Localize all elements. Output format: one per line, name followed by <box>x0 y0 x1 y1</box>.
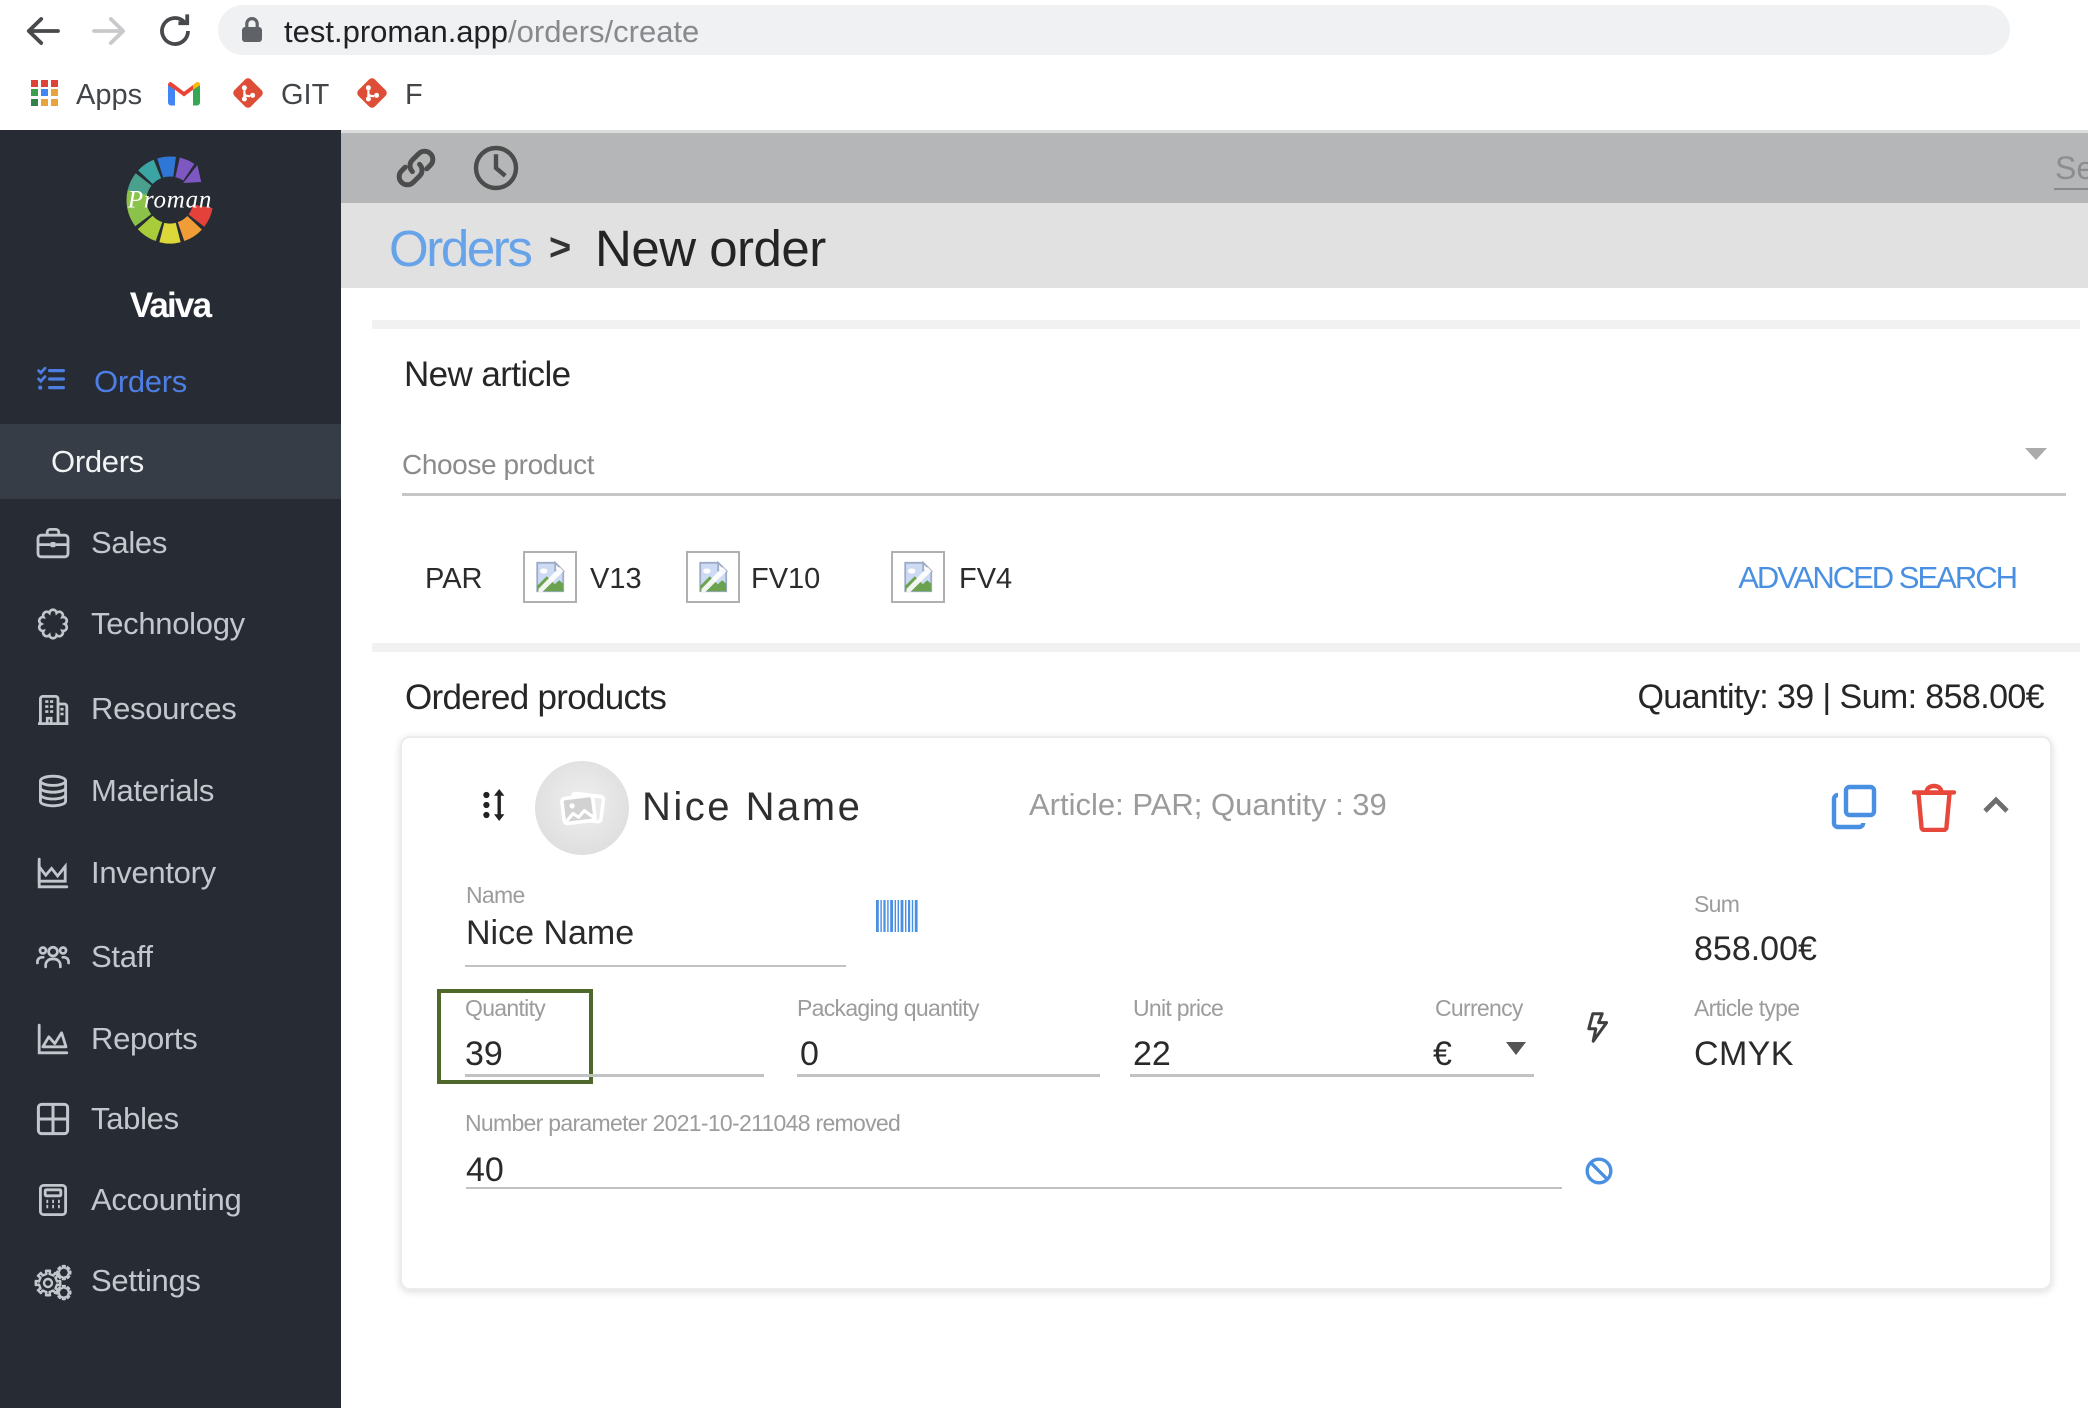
svg-text:Proman: Proman <box>127 186 212 213</box>
